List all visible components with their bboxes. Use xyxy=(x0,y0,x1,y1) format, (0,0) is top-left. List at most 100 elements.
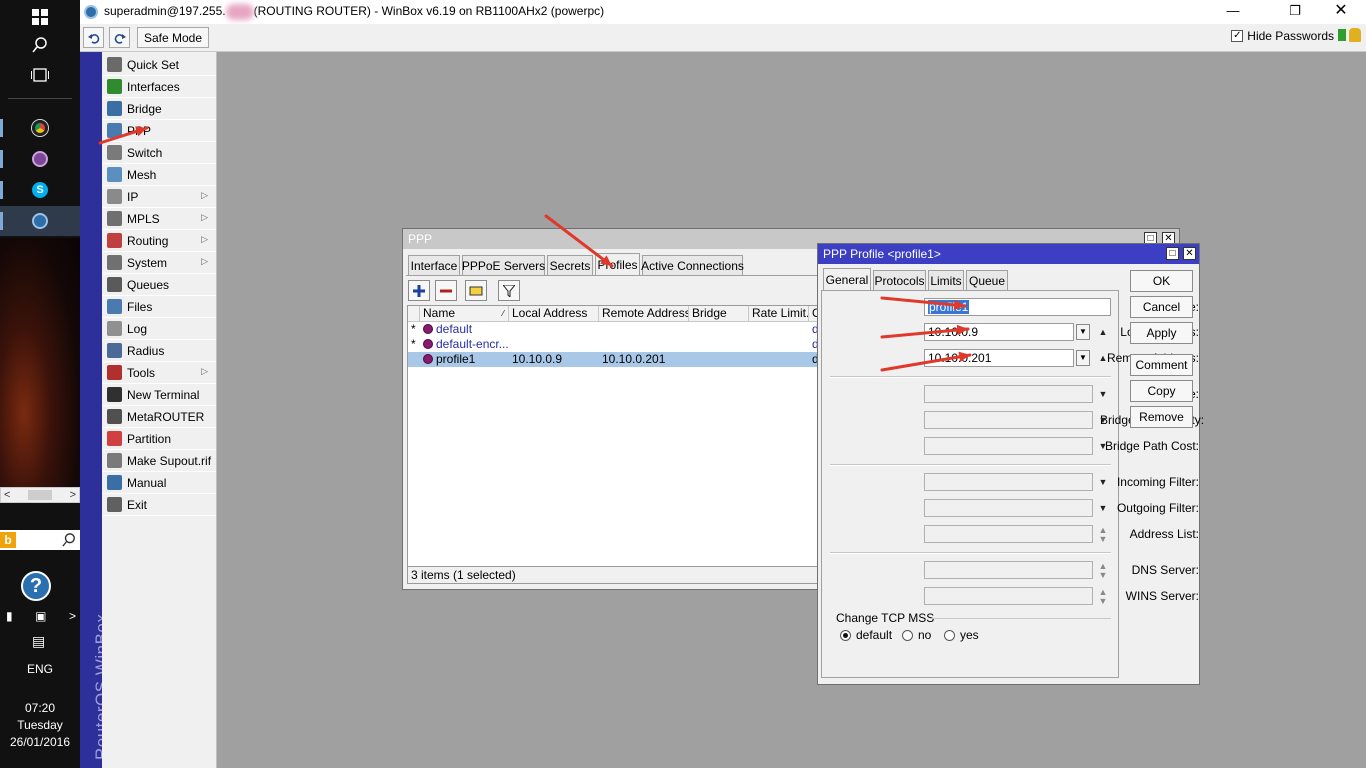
bridge-field[interactable] xyxy=(924,385,1093,403)
column-header-name[interactable]: Name ⁄ xyxy=(420,306,509,322)
taskbar-app-winbox[interactable] xyxy=(0,206,80,236)
local-address-dropdown[interactable]: ▼ xyxy=(1076,324,1090,340)
help-icon[interactable]: ? xyxy=(21,571,51,601)
scroll-thumb[interactable] xyxy=(28,490,52,500)
mss-option-no[interactable]: no xyxy=(902,628,931,642)
collapse-up-icon[interactable]: ▲ xyxy=(1098,328,1108,337)
clock[interactable]: 07:20 Tuesday 26/01/2016 xyxy=(0,700,80,751)
taskbar-app-tor[interactable] xyxy=(0,144,80,174)
action-center-icon[interactable]: ▤ xyxy=(32,633,45,650)
column-header-bridge[interactable]: Bridge xyxy=(689,306,749,322)
add-button[interactable] xyxy=(408,280,430,301)
menu-item-switch[interactable]: Switch xyxy=(103,142,216,164)
table-row[interactable]: *defaultde xyxy=(408,322,828,337)
safe-mode-button[interactable]: Safe Mode xyxy=(137,27,209,48)
menu-item-exit[interactable]: Exit xyxy=(103,494,216,516)
window-title-bar[interactable]: superadmin@197.255. (ROUTING ROUTER) - Wi… xyxy=(80,0,1366,24)
input-language[interactable]: ENG xyxy=(0,662,80,676)
dropdown-icon[interactable]: ▼ xyxy=(1098,416,1108,425)
menu-item-quick-set[interactable]: Quick Set xyxy=(103,54,216,76)
search-icon[interactable] xyxy=(62,533,76,547)
tab-active-connections[interactable]: Active Connections xyxy=(641,255,744,275)
battery-icon[interactable]: ▮ xyxy=(6,609,13,625)
column-header-remote-address[interactable]: Remote Address xyxy=(599,306,689,322)
taskbar-app-skype[interactable]: S xyxy=(0,175,80,205)
filter-button[interactable] xyxy=(498,280,520,301)
wins-server-field[interactable] xyxy=(924,587,1093,605)
tab-protocols[interactable]: Protocols xyxy=(873,270,926,290)
address-list-field[interactable] xyxy=(924,525,1093,543)
table-row[interactable]: *default-encr...de xyxy=(408,337,828,352)
minimize-button[interactable]: — xyxy=(1210,0,1256,24)
dropdown-icon[interactable]: ▼ xyxy=(1098,442,1108,451)
windows-start-icon[interactable] xyxy=(0,2,80,32)
mss-option-yes[interactable]: yes xyxy=(944,628,979,642)
tab-secrets[interactable]: Secrets xyxy=(547,255,593,275)
table-row[interactable]: profile110.10.0.910.10.0.201de xyxy=(408,352,828,367)
dropdown-icon[interactable]: ▼ xyxy=(1098,390,1108,399)
outgoing-filter-field[interactable] xyxy=(924,499,1093,517)
menu-item-system[interactable]: System ▷ xyxy=(103,252,216,274)
comment-button[interactable] xyxy=(465,280,487,301)
scroll-left-icon[interactable]: < xyxy=(4,489,10,501)
menu-item-interfaces[interactable]: Interfaces xyxy=(103,76,216,98)
menu-item-partition[interactable]: Partition xyxy=(103,428,216,450)
expand-icon[interactable]: ▲ ▼ xyxy=(1098,562,1108,580)
tab-profiles[interactable]: Profiles xyxy=(595,253,640,275)
menu-item-ppp[interactable]: PPP xyxy=(103,120,216,142)
remote-address-dropdown[interactable]: ▼ xyxy=(1076,350,1090,366)
maximize-button[interactable]: □ xyxy=(1166,247,1179,260)
comment-button[interactable]: Comment xyxy=(1130,354,1193,376)
tray-expand-chevron[interactable]: > xyxy=(69,609,76,625)
dropdown-icon[interactable]: ▼ xyxy=(1098,478,1108,487)
collapse-up-icon[interactable]: ▲ xyxy=(1098,354,1108,363)
remove-button[interactable] xyxy=(435,280,457,301)
column-header-local-address[interactable]: Local Address xyxy=(509,306,599,322)
menu-item-new-terminal[interactable]: New Terminal xyxy=(103,384,216,406)
profile-window-title-bar[interactable]: PPP Profile <profile1> xyxy=(818,244,1199,264)
menu-item-log[interactable]: Log xyxy=(103,318,216,340)
bing-search-box[interactable]: b xyxy=(0,530,80,550)
copy-button[interactable]: Copy xyxy=(1130,380,1193,402)
cancel-button[interactable]: Cancel xyxy=(1130,296,1193,318)
menu-item-radius[interactable]: Radius xyxy=(103,340,216,362)
tab-general[interactable]: General xyxy=(823,268,871,290)
menu-item-metarouter[interactable]: MetaROUTER xyxy=(103,406,216,428)
tab-limits[interactable]: Limits xyxy=(928,270,964,290)
name-field[interactable]: profile1 xyxy=(924,298,1111,316)
dropdown-icon[interactable]: ▼ xyxy=(1098,504,1108,513)
redo-button[interactable] xyxy=(109,27,130,48)
search-icon[interactable] xyxy=(0,30,80,60)
incoming-filter-field[interactable] xyxy=(924,473,1093,491)
mss-option-default[interactable]: default xyxy=(840,628,892,642)
close-button[interactable]: ✕ xyxy=(1318,0,1364,24)
dns-server-field[interactable] xyxy=(924,561,1093,579)
bridge-path-cost-field[interactable] xyxy=(924,437,1093,455)
horizontal-scrollbar[interactable]: < > xyxy=(0,487,80,503)
ok-button[interactable]: OK xyxy=(1130,270,1193,292)
local-address-field[interactable]: 10.10.0.9 xyxy=(924,323,1074,341)
tab-pppoe-servers[interactable]: PPPoE Servers xyxy=(462,255,545,275)
bridge-port-priority-field[interactable] xyxy=(924,411,1093,429)
restore-button[interactable]: ❐ xyxy=(1272,0,1318,24)
scroll-right-icon[interactable]: > xyxy=(70,489,76,501)
menu-item-queues[interactable]: Queues xyxy=(103,274,216,296)
menu-item-files[interactable]: Files xyxy=(103,296,216,318)
radio-no[interactable] xyxy=(902,629,913,641)
remove-button[interactable]: Remove xyxy=(1130,406,1193,428)
close-button[interactable]: ✕ xyxy=(1183,247,1196,260)
expand-icon[interactable]: ▲ ▼ xyxy=(1098,588,1108,606)
menu-item-make-supout-rif[interactable]: Make Supout.rif xyxy=(103,450,216,472)
hide-passwords-toggle[interactable]: ✓ Hide Passwords xyxy=(1231,29,1334,43)
network-icon[interactable]: ▣ xyxy=(35,609,46,625)
menu-item-mpls[interactable]: MPLS ▷ xyxy=(103,208,216,230)
menu-item-manual[interactable]: Manual xyxy=(103,472,216,494)
tab-interface[interactable]: Interface xyxy=(408,255,460,275)
column-header-rate-limit[interactable]: Rate Limit... xyxy=(749,306,809,322)
menu-item-tools[interactable]: Tools ▷ xyxy=(103,362,216,384)
hide-passwords-checkbox[interactable]: ✓ xyxy=(1231,30,1244,42)
radio-yes[interactable] xyxy=(944,629,955,641)
remote-address-field[interactable]: 10.10.0.201 xyxy=(924,349,1074,367)
menu-item-routing[interactable]: Routing ▷ xyxy=(103,230,216,252)
apply-button[interactable]: Apply xyxy=(1130,322,1193,344)
